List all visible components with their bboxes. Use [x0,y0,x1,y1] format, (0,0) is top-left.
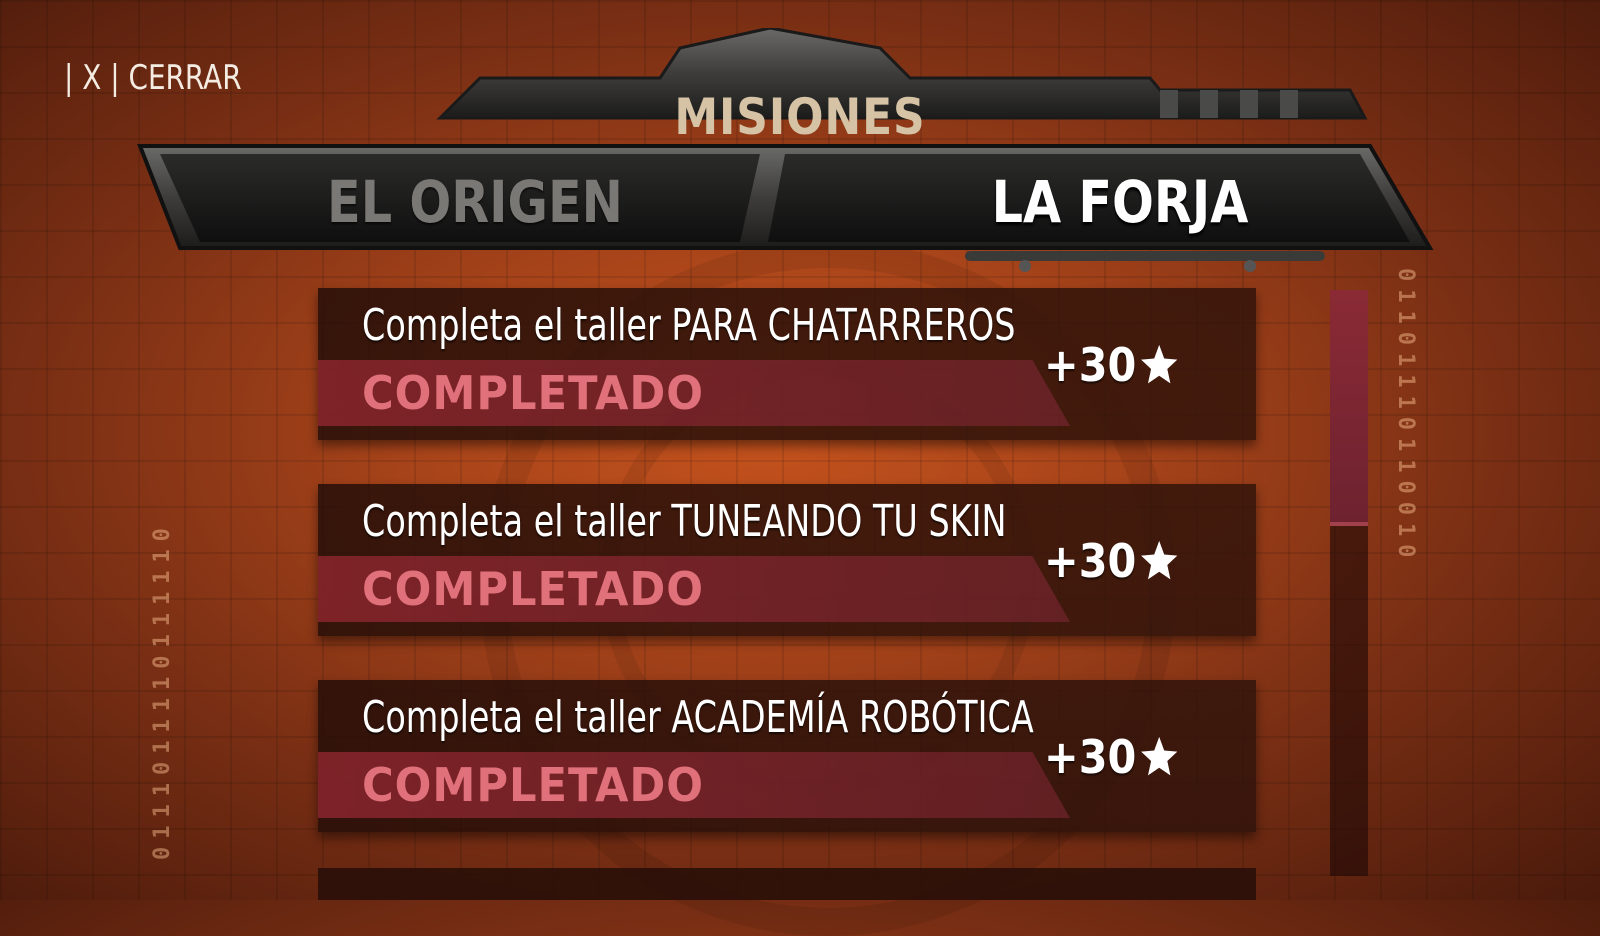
background-binary-right: 01101110110010 [1393,268,1418,566]
mission-status: COMPLETADO [362,562,704,616]
reward-points: +30 [1044,730,1137,784]
mission-reward: +30 [1044,338,1180,392]
scrollbar-thumb[interactable] [1330,290,1368,526]
reward-points: +30 [1044,338,1137,392]
mission-reward: +30 [1044,534,1180,588]
tab-la-forja[interactable]: LA FORJA [882,168,1358,236]
background-binary-left: 0111011110111110 [150,520,175,860]
star-icon [1140,344,1177,384]
mission-card[interactable]: Completa el taller ACADEMÍA ROBÓTICA COM… [318,680,1256,832]
mission-title: Completa el taller PARA CHATARREROS [362,300,1016,351]
mission-status: COMPLETADO [362,366,704,420]
star-icon [1140,736,1177,776]
tab-el-origen[interactable]: EL ORIGEN [237,168,713,236]
mission-card[interactable]: Completa el taller PARA CHATARREROS COMP… [318,288,1256,440]
missions-title: MISIONES [674,88,926,146]
reward-points: +30 [1044,534,1137,588]
mission-status: COMPLETADO [362,758,704,812]
mission-card[interactable]: Completa el taller TUNEANDO TU SKIN COMP… [318,484,1256,636]
mission-reward: +30 [1044,730,1180,784]
missions-list: Completa el taller PARA CHATARREROS COMP… [318,288,1256,876]
header-plate [137,28,1434,272]
mission-card-partial[interactable] [318,868,1256,900]
mission-title: Completa el taller ACADEMÍA ROBÓTICA [362,692,1034,743]
mission-title: Completa el taller TUNEANDO TU SKIN [362,496,1007,547]
star-icon [1140,540,1177,580]
